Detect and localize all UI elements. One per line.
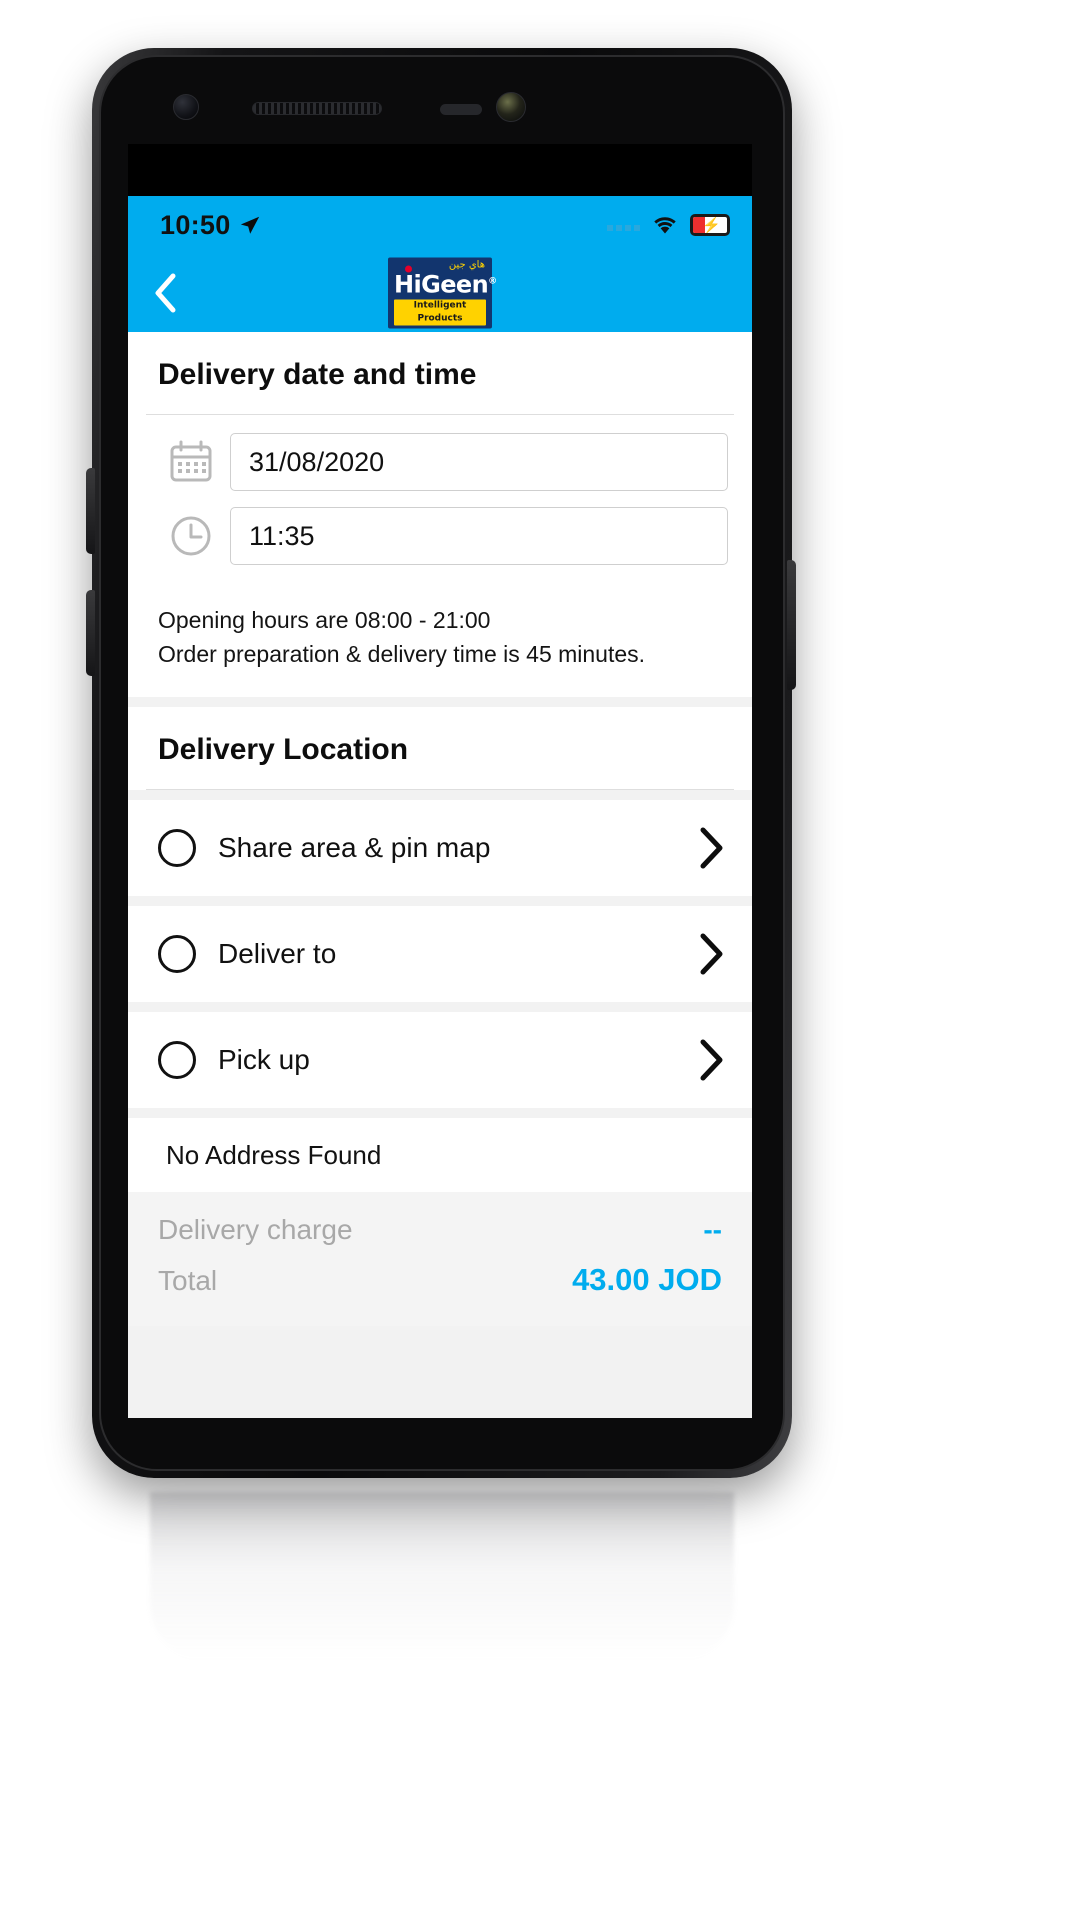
logo-tagline: Intelligent Products bbox=[394, 299, 486, 326]
delivery-charge-value: -- bbox=[703, 1214, 722, 1245]
radio-button-icon[interactable] bbox=[158, 1041, 196, 1079]
total-label: Total bbox=[158, 1265, 218, 1296]
screen-top-black-area bbox=[128, 144, 752, 196]
power-button[interactable] bbox=[787, 560, 796, 690]
front-camera-icon bbox=[173, 94, 199, 120]
section-gap bbox=[128, 697, 752, 707]
logo-name-text: HiGeen bbox=[394, 270, 489, 299]
secondary-camera-icon bbox=[496, 92, 526, 122]
phone-top-hardware bbox=[128, 78, 756, 144]
address-status-row: No Address Found bbox=[128, 1118, 752, 1192]
option-label: Deliver to bbox=[218, 938, 337, 969]
delivery-charge-label: Delivery charge bbox=[158, 1214, 353, 1245]
calendar-icon bbox=[152, 439, 230, 485]
delivery-location-card: Delivery Location bbox=[128, 707, 752, 790]
status-bar: 10:50 ⚡ bbox=[128, 196, 752, 254]
back-button[interactable] bbox=[128, 254, 202, 332]
radio-button-icon[interactable] bbox=[158, 829, 196, 867]
volume-down-button[interactable] bbox=[86, 590, 95, 676]
delivery-datetime-card: Delivery date and time 31/08/2020 11:35 … bbox=[128, 332, 752, 697]
screenshot-scene: 10:50 ⚡ هاي جين HiGeen® Intelligent Prod… bbox=[0, 0, 1080, 1920]
status-bar-clock: 10:50 bbox=[160, 209, 231, 240]
chevron-right-icon[interactable] bbox=[696, 826, 726, 870]
chevron-right-icon[interactable] bbox=[696, 1038, 726, 1082]
logo-registered-mark: ® bbox=[488, 276, 497, 287]
option-share-area-pin-map[interactable]: Share area & pin map bbox=[128, 800, 752, 896]
battery-charging-icon: ⚡ bbox=[690, 214, 730, 236]
empty-area bbox=[128, 1326, 752, 1418]
preparation-time-line: Order preparation & delivery time is 45 … bbox=[158, 641, 646, 667]
option-label: Pick up bbox=[218, 1044, 310, 1075]
delivery-charge-row: Delivery charge -- bbox=[158, 1206, 722, 1254]
datetime-fields: 31/08/2020 11:35 bbox=[128, 415, 752, 587]
section-gap bbox=[128, 1002, 752, 1012]
back-chevron-icon bbox=[155, 273, 176, 313]
time-field-row: 11:35 bbox=[152, 507, 728, 565]
section-gap bbox=[128, 1108, 752, 1118]
chevron-right-icon[interactable] bbox=[696, 932, 726, 976]
phone-screen: 10:50 ⚡ هاي جين HiGeen® Intelligent Prod… bbox=[128, 144, 752, 1418]
signal-dots-icon bbox=[607, 219, 640, 231]
radio-button-icon[interactable] bbox=[158, 935, 196, 973]
clock-icon bbox=[152, 513, 230, 559]
volume-up-button[interactable] bbox=[86, 468, 95, 554]
order-totals: Delivery charge -- Total 43.00 JOD bbox=[128, 1192, 752, 1326]
logo-wordmark: HiGeen® bbox=[394, 265, 497, 299]
status-bar-left: 10:50 bbox=[160, 210, 261, 241]
option-label: Share area & pin map bbox=[218, 832, 491, 863]
delivery-date-input[interactable]: 31/08/2020 bbox=[230, 433, 728, 491]
logo-dot-icon bbox=[405, 265, 412, 273]
phone-reflection bbox=[150, 1492, 734, 1662]
opening-hours-info: Opening hours are 08:00 - 21:00 Order pr… bbox=[128, 587, 752, 697]
app-bar: هاي جين HiGeen® Intelligent Products bbox=[128, 254, 752, 332]
total-row: Total 43.00 JOD bbox=[158, 1254, 722, 1306]
location-arrow-icon bbox=[240, 216, 259, 234]
earpiece-speaker-icon bbox=[252, 102, 382, 115]
proximity-sensor-icon bbox=[440, 104, 482, 115]
total-value: 43.00 JOD bbox=[572, 1262, 722, 1297]
delivery-datetime-title: Delivery date and time bbox=[158, 358, 477, 391]
date-field-row: 31/08/2020 bbox=[152, 433, 728, 491]
opening-hours-line: Opening hours are 08:00 - 21:00 bbox=[158, 607, 491, 633]
section-gap bbox=[128, 896, 752, 906]
page-content: Delivery date and time 31/08/2020 11:35 … bbox=[128, 332, 752, 1418]
delivery-location-title: Delivery Location bbox=[158, 733, 409, 766]
delivery-time-input[interactable]: 11:35 bbox=[230, 507, 728, 565]
logo-box: هاي جين HiGeen® Intelligent Products bbox=[388, 257, 497, 329]
app-logo: هاي جين HiGeen® Intelligent Products bbox=[388, 257, 497, 329]
status-bar-right: ⚡ bbox=[607, 214, 730, 236]
option-deliver-to[interactable]: Deliver to bbox=[128, 906, 752, 1002]
section-gap bbox=[128, 790, 752, 800]
option-pick-up[interactable]: Pick up bbox=[128, 1012, 752, 1108]
wifi-icon bbox=[654, 217, 676, 234]
